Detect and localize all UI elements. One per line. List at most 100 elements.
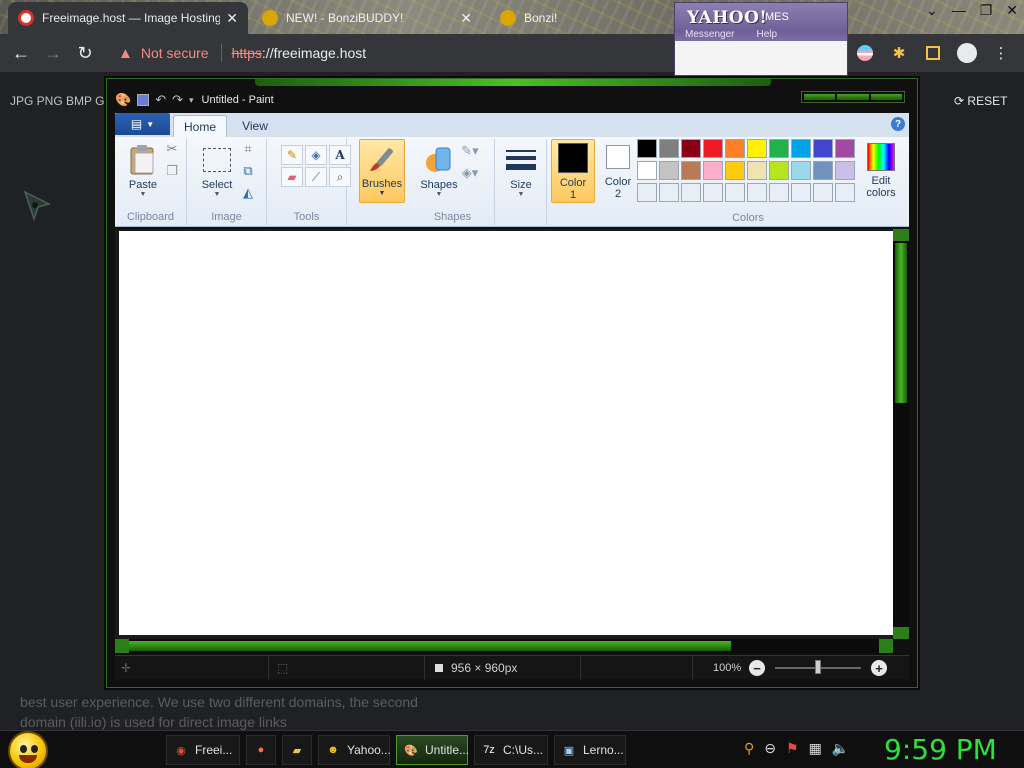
save-icon[interactable]	[137, 94, 150, 106]
select-button[interactable]: Select ▼	[195, 141, 239, 203]
zoom-slider-thumb[interactable]	[815, 660, 821, 674]
minus-circle-icon[interactable]: ⊖	[764, 740, 776, 757]
palette-swatch[interactable]	[791, 139, 811, 158]
palette-swatch[interactable]	[769, 161, 789, 180]
volume-icon[interactable]: 🔈	[832, 740, 849, 757]
paint-close-button[interactable]	[870, 94, 902, 100]
taskbar-item-folder[interactable]: ▰	[282, 735, 312, 765]
palette-swatch[interactable]	[791, 161, 811, 180]
search-icon[interactable]: ⚲	[744, 740, 754, 757]
color-picker-icon[interactable]: ⟋	[305, 167, 327, 187]
scroll-down-button[interactable]	[893, 627, 909, 639]
customize-qat-icon[interactable]: ▾	[189, 95, 194, 106]
brushes-button[interactable]: Brushes ▼	[359, 139, 405, 203]
crop-icon[interactable]: ⌗	[239, 141, 257, 157]
taskbar-item-chrome[interactable]: ◉ Freei...	[166, 735, 240, 765]
undo-icon[interactable]: ↶	[155, 92, 166, 108]
palette-swatch[interactable]	[835, 161, 855, 180]
paint-minimize-button[interactable]	[804, 94, 836, 100]
vertical-scrollbar[interactable]	[893, 229, 909, 639]
palette-swatch[interactable]	[835, 139, 855, 158]
extensions-icon[interactable]: ✱	[888, 42, 910, 64]
address-bar[interactable]: ▲ Not secure https ://freeimage.host	[108, 39, 670, 67]
menu-kebab-icon[interactable]: ⋮	[990, 42, 1012, 64]
palette-swatch[interactable]	[637, 183, 657, 202]
palette-swatch[interactable]	[747, 183, 767, 202]
copy-icon[interactable]: ❐	[163, 163, 181, 179]
yahoo-menu-messenger[interactable]: Messenger	[685, 29, 734, 40]
cut-icon[interactable]: ✂	[163, 141, 181, 157]
close-tab-icon[interactable]: ✕	[460, 10, 472, 27]
redo-icon[interactable]: ↷	[172, 92, 183, 108]
edit-colors-button[interactable]: Edit colors	[859, 139, 903, 203]
palette-swatch[interactable]	[637, 139, 657, 158]
close-icon[interactable]: ✕	[1006, 2, 1018, 19]
taskbar-item-firefox[interactable]: ●	[246, 735, 276, 765]
maximize-icon[interactable]: ❐	[980, 2, 993, 19]
palette-swatch[interactable]	[747, 161, 767, 180]
zoom-out-button[interactable]: −	[749, 660, 765, 676]
taskbar-clock[interactable]: 9:59 PM	[884, 733, 997, 766]
paint-app-icon[interactable]: 🎨	[115, 92, 131, 108]
taskbar-item-app[interactable]: ▣ Lerno...	[554, 735, 626, 765]
rotate-icon[interactable]: ◭	[239, 185, 257, 201]
taskbar-item-7zip[interactable]: 7z C:\Us...	[474, 735, 548, 765]
palette-swatch[interactable]	[725, 139, 745, 158]
sidebar-icon[interactable]	[922, 42, 944, 64]
security-status[interactable]: Not secure	[141, 45, 209, 61]
reset-button[interactable]: ⟳ RESET	[954, 94, 1007, 108]
scroll-right-button[interactable]	[879, 639, 893, 653]
horizontal-scroll-thumb[interactable]	[129, 641, 731, 651]
outline-icon[interactable]: ✎▾	[461, 143, 479, 159]
palette-swatch[interactable]	[769, 183, 789, 202]
palette-swatch[interactable]	[725, 183, 745, 202]
palette-swatch[interactable]	[747, 139, 767, 158]
shapes-button[interactable]: Shapes ▼	[417, 141, 461, 203]
palette-swatch[interactable]	[813, 139, 833, 158]
palette-swatch[interactable]	[659, 161, 679, 180]
palette-swatch[interactable]	[813, 183, 833, 202]
color1-button[interactable]: Color 1	[551, 139, 595, 203]
taskbar-item-yahoo-smiley[interactable]: ☻ Yahoo...	[318, 735, 391, 765]
reload-button[interactable]: ↻	[74, 42, 96, 64]
minimize-icon[interactable]: —	[952, 2, 966, 19]
drawing-canvas[interactable]	[119, 231, 893, 635]
fill-bucket-icon[interactable]: ◈	[305, 145, 327, 165]
tab-bonzibuddy[interactable]: NEW! - BonziBUDDY! ✕	[252, 2, 482, 34]
yahoo-messenger-window[interactable]: YAHOO! MES Messenger Help	[674, 2, 848, 76]
paint-window[interactable]: 🎨 ↶ ↷ ▾ Untitled - Paint ▤ ▼ Home View ? …	[106, 78, 918, 688]
back-button[interactable]: ←	[10, 42, 32, 64]
chevron-down-icon[interactable]: ⌄	[926, 2, 938, 19]
network-icon[interactable]: ▦	[809, 740, 822, 757]
color2-button[interactable]: Color 2	[597, 139, 639, 203]
profile-flag-icon[interactable]	[854, 42, 876, 64]
palette-swatch[interactable]	[681, 161, 701, 180]
palette-swatch[interactable]	[659, 139, 679, 158]
palette-swatch[interactable]	[835, 183, 855, 202]
palette-swatch[interactable]	[725, 161, 745, 180]
vertical-scroll-thumb[interactable]	[895, 243, 907, 403]
text-icon[interactable]: A	[329, 145, 351, 165]
avatar[interactable]	[956, 42, 978, 64]
horizontal-scrollbar[interactable]	[115, 639, 893, 653]
forward-button[interactable]: →	[42, 42, 64, 64]
palette-swatch[interactable]	[659, 183, 679, 202]
palette-swatch[interactable]	[791, 183, 811, 202]
fill-icon[interactable]: ◈▾	[461, 165, 479, 181]
paint-titlebar[interactable]: 🎨 ↶ ↷ ▾ Untitled - Paint	[107, 87, 917, 113]
tab-home[interactable]: Home	[173, 115, 227, 137]
tab-view[interactable]: View	[233, 115, 277, 137]
close-tab-icon[interactable]: ✕	[226, 10, 238, 27]
help-icon[interactable]: ?	[891, 117, 905, 131]
yahoo-menu-help[interactable]: Help	[756, 29, 777, 40]
paste-button[interactable]: Paste ▼	[121, 141, 165, 203]
palette-swatch[interactable]	[703, 183, 723, 202]
palette-swatch[interactable]	[703, 139, 723, 158]
pencil-icon[interactable]: ✎	[281, 145, 303, 165]
palette-swatch[interactable]	[637, 161, 657, 180]
eraser-icon[interactable]: ▰	[281, 167, 303, 187]
scroll-left-button[interactable]	[115, 639, 129, 653]
flag-icon[interactable]: ⚑	[786, 740, 799, 757]
palette-swatch[interactable]	[681, 139, 701, 158]
palette-swatch[interactable]	[703, 161, 723, 180]
